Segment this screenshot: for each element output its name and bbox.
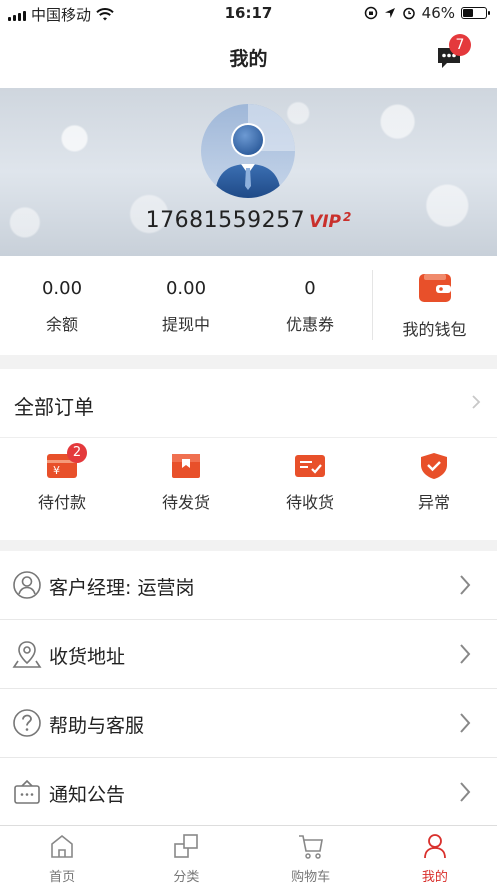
battery-percent: 46% xyxy=(421,4,455,22)
order-icon-wrap: ¥ 2 xyxy=(45,443,87,481)
alarm-icon xyxy=(402,7,415,20)
order-label: 待发货 xyxy=(161,493,210,512)
wallet-icon xyxy=(418,274,451,302)
all-orders-row[interactable]: 全部订单 xyxy=(0,369,497,438)
phone-number: 17681559257 xyxy=(145,208,306,233)
order-label: 待收货 xyxy=(285,493,334,512)
location-arrow-icon xyxy=(384,8,395,18)
notice-icon xyxy=(14,779,40,804)
order-icon-wrap xyxy=(417,451,451,481)
home-icon xyxy=(51,834,73,858)
menu-label: 帮助与客服 xyxy=(49,715,145,737)
vip-level: 2 xyxy=(343,210,352,224)
stat-value: 0.00 xyxy=(165,278,207,299)
stat-label: 提现中 xyxy=(161,315,210,334)
rotation-lock-icon xyxy=(364,6,377,20)
page-title: 我的 xyxy=(229,48,268,70)
category-icon xyxy=(174,834,199,858)
order-pending-receipt[interactable]: 待收货 xyxy=(248,451,372,513)
status-right: 46% xyxy=(364,4,490,22)
stat-balance[interactable]: 0.00 余额 xyxy=(0,278,124,335)
status-bar: 中国移动 16:17 46% xyxy=(0,0,497,28)
menu-item-help[interactable]: 帮助与客服 xyxy=(0,689,497,758)
menu-list: 客户经理: 运营岗 收货地址 帮助与客服 通知公告 xyxy=(0,551,497,827)
phone-row: 17681559257 VIP 2 xyxy=(0,208,497,233)
stat-label: 余额 xyxy=(45,315,78,334)
help-icon xyxy=(13,709,41,737)
wallet-label: 我的钱包 xyxy=(402,320,467,339)
person-icon xyxy=(13,571,41,599)
tab-label: 我的 xyxy=(421,870,448,883)
message-count-badge: 7 xyxy=(449,34,471,56)
stat-value: 0.00 xyxy=(41,278,83,299)
stat-value: 0 xyxy=(304,278,316,299)
order-label: 待付款 xyxy=(37,493,86,512)
order-pending-shipment[interactable]: 待发货 xyxy=(124,451,248,513)
account-stats: 0.00 余额 0.00 提现中 0 优惠券 我的钱包 xyxy=(0,256,497,355)
all-orders-title: 全部订单 xyxy=(14,395,94,419)
vip-badge: VIP 2 xyxy=(309,210,351,232)
orders-section: 全部订单 ¥ 2 待付款 待发货 待收货 异常 xyxy=(0,369,497,540)
menu-label: 收货地址 xyxy=(49,646,126,668)
chevron-right-icon xyxy=(460,782,471,802)
avatar[interactable] xyxy=(201,104,295,198)
tab-category[interactable]: 分类 xyxy=(124,826,248,883)
tab-label: 分类 xyxy=(173,870,200,883)
stat-label: 优惠券 xyxy=(285,315,334,334)
location-pin-icon xyxy=(12,641,42,668)
user-icon xyxy=(423,834,446,859)
menu-item-account-manager[interactable]: 客户经理: 运营岗 xyxy=(0,551,497,620)
menu-label: 通知公告 xyxy=(49,784,126,806)
tab-label: 购物车 xyxy=(291,870,331,883)
wallet-button[interactable]: 我的钱包 xyxy=(372,272,497,340)
tab-bar: 首页 分类 购物车 我的 xyxy=(0,825,497,883)
order-icon-wrap xyxy=(169,451,203,481)
chevron-right-icon xyxy=(460,575,471,595)
tab-cart[interactable]: 购物车 xyxy=(249,826,373,883)
stat-coupons[interactable]: 0 优惠券 xyxy=(248,278,372,335)
tab-home[interactable]: 首页 xyxy=(0,826,124,883)
stat-withdrawing[interactable]: 0.00 提现中 xyxy=(124,278,248,335)
order-icon-wrap xyxy=(293,451,327,481)
nav-bar: 我的 7 xyxy=(0,28,497,88)
tab-mine[interactable]: 我的 xyxy=(373,826,497,883)
pending-receipt-icon xyxy=(295,455,325,477)
exception-shield-icon xyxy=(421,453,447,479)
vip-label: VIP xyxy=(309,212,342,232)
avatar-person-icon xyxy=(201,104,295,198)
menu-item-notices[interactable]: 通知公告 xyxy=(0,758,497,827)
svg-text:¥: ¥ xyxy=(53,464,60,477)
tab-label: 首页 xyxy=(49,870,76,883)
order-exception[interactable]: 异常 xyxy=(372,451,496,513)
order-label: 异常 xyxy=(417,493,450,512)
chevron-right-icon xyxy=(472,395,481,409)
chevron-right-icon xyxy=(460,644,471,664)
chevron-right-icon xyxy=(460,713,471,733)
menu-item-address[interactable]: 收货地址 xyxy=(0,620,497,689)
profile-banner: 17681559257 VIP 2 xyxy=(0,88,497,256)
cart-icon xyxy=(298,835,323,859)
order-badge: 2 xyxy=(67,443,87,463)
order-pending-payment[interactable]: ¥ 2 待付款 xyxy=(0,443,124,513)
battery-icon xyxy=(461,7,490,19)
battery-fill xyxy=(463,9,474,17)
pending-shipment-icon xyxy=(172,454,200,478)
menu-label: 客户经理: 运营岗 xyxy=(49,577,195,599)
